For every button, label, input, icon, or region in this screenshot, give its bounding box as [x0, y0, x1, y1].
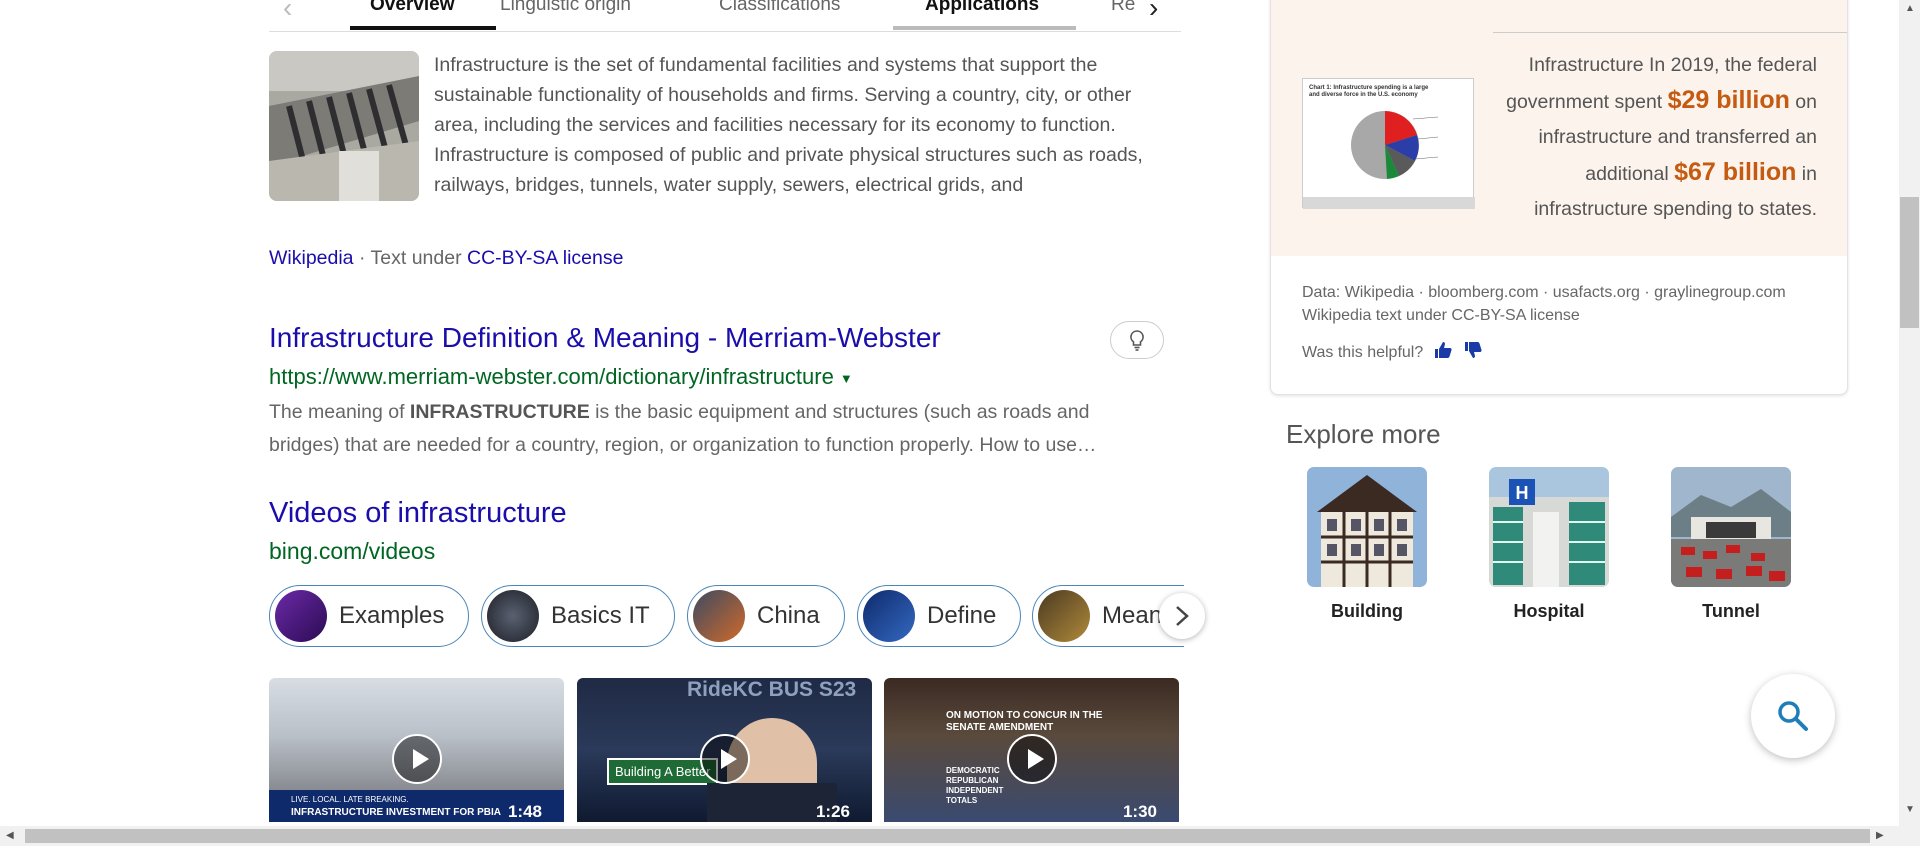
video-top-caption: RideKC BUS S23 [687, 678, 857, 701]
chip-image [1038, 590, 1090, 642]
tab-label: Overview [370, 0, 455, 15]
chip-label: Define [927, 602, 997, 629]
result-title-link[interactable]: Infrastructure Definition & Meaning - Me… [269, 322, 941, 354]
search-button[interactable] [1751, 674, 1835, 758]
chart-thumbnail[interactable]: Chart 1: Infrastructure spending is a la… [1302, 78, 1475, 209]
divider [1493, 32, 1847, 33]
svg-text:H: H [1516, 483, 1529, 503]
chevron-right-icon [1176, 606, 1189, 626]
result-url-text: https://www.merriam-webster.com/dictiona… [269, 364, 834, 389]
fact-text: Infrastructure In 2019, the federal gove… [1477, 48, 1817, 227]
tabs-next-arrow-icon[interactable]: › [1149, 0, 1158, 22]
play-icon[interactable] [700, 734, 750, 784]
tunnel-image [1671, 467, 1791, 587]
dam-image[interactable] [269, 51, 419, 201]
result-snippet: The meaning of INFRASTRUCTURE is the bas… [269, 396, 1159, 462]
tab-more[interactable]: Re [1111, 0, 1145, 30]
explore-item-hospital[interactable]: H Hospital [1489, 467, 1609, 622]
chips-next-button[interactable] [1159, 593, 1205, 639]
video-caption: ON MOTION TO CONCUR IN THE SENATE AMENDM… [946, 710, 1103, 733]
videos-title-link[interactable]: Videos of infrastructure [269, 497, 567, 530]
video-thumbnail[interactable]: RideKC BUS S23 Building A Better 1:26 [577, 678, 872, 822]
video-chips: Examples Basics IT China Define Meaning [269, 585, 1184, 648]
tab-applications[interactable]: Applications [893, 0, 1076, 30]
explore-item-tunnel[interactable]: Tunnel [1671, 467, 1791, 622]
chip-image [863, 590, 915, 642]
data-sources: Data: Wikipedia · bloomberg.com · usafac… [1302, 281, 1786, 327]
tab-label: Linguistic origin [500, 0, 631, 15]
fact-highlight: $67 billion [1674, 158, 1797, 186]
fact-highlight: $29 billion [1667, 86, 1790, 114]
vertical-scrollbar[interactable] [1899, 0, 1920, 826]
videos-url[interactable]: bing.com/videos [269, 538, 435, 565]
scroll-left-arrow-icon[interactable]: ◀ [6, 830, 14, 841]
video-thumbnail[interactable]: LIVE. LOCAL. LATE BREAKING. INFRASTRUCTU… [269, 678, 564, 822]
tab-overview[interactable]: Overview [350, 0, 496, 30]
tab-label: Classifications [719, 0, 841, 15]
scroll-down-arrow-icon[interactable]: ▼ [1905, 804, 1915, 815]
chip-image [487, 590, 539, 642]
scroll-right-arrow-icon[interactable]: ▶ [1876, 830, 1884, 841]
tab-label: Re [1111, 0, 1136, 15]
video-duration: 1:26 [815, 802, 850, 821]
license-link[interactable]: CC-BY-SA license [467, 247, 623, 269]
topic-tabs: ‹ Overview Linguistic origin Classificat… [269, 0, 1181, 32]
explore-item-label: Building [1331, 601, 1403, 621]
building-image [1307, 467, 1427, 587]
license-note[interactable]: Wikipedia text under CC-BY-SA license [1302, 304, 1786, 327]
search-icon [1778, 701, 1808, 731]
tab-linguistic-origin[interactable]: Linguistic origin [500, 0, 631, 30]
chip-examples[interactable]: Examples [269, 585, 470, 647]
video-thumbnail[interactable]: ON MOTION TO CONCUR IN THE SENATE AMENDM… [884, 678, 1179, 822]
chip-label: China [757, 602, 820, 629]
scroll-up-arrow-icon[interactable]: ▲ [1905, 3, 1915, 14]
tab-classifications[interactable]: Classifications [719, 0, 840, 30]
play-icon[interactable] [1007, 734, 1057, 784]
feedback-row: Was this helpful? [1302, 340, 1483, 365]
chip-basics-it[interactable]: Basics IT [481, 585, 675, 647]
hospital-image: H [1489, 467, 1609, 587]
data-sources-text[interactable]: Data: Wikipedia · bloomberg.com · usafac… [1302, 281, 1786, 304]
wiki-source-line: Wikipedia · Text under CC-BY-SA license [269, 247, 623, 270]
result-url[interactable]: https://www.merriam-webster.com/dictiona… [269, 364, 853, 390]
helpful-label: Was this helpful? [1302, 343, 1424, 361]
play-icon[interactable] [392, 734, 442, 784]
chip-define[interactable]: Define [857, 585, 1022, 647]
tab-label: Applications [925, 0, 1040, 15]
video-duration: 1:30 [1122, 802, 1157, 821]
wikipedia-link[interactable]: Wikipedia [269, 247, 354, 269]
chip-label: Basics IT [551, 602, 650, 629]
chip-image [693, 590, 745, 642]
explore-item-label: Hospital [1513, 601, 1585, 621]
explore-more-heading: Explore more [1286, 419, 1441, 449]
chip-label: Examples [339, 602, 445, 629]
tabs-prev-arrow-icon[interactable]: ‹ [283, 0, 292, 22]
video-duration: 1:48 [507, 802, 542, 821]
snippet-text: The meaning of [269, 401, 410, 423]
thumbs-down-icon[interactable] [1463, 340, 1483, 365]
vertical-scroll-thumb[interactable] [1900, 197, 1919, 328]
wiki-description: Infrastructure is the set of fundamental… [434, 54, 1143, 196]
horizontal-scroll-thumb[interactable] [25, 829, 1870, 843]
video-caption: INFRASTRUCTURE INVESTMENT FOR PBIA [291, 807, 501, 818]
explore-item-label: Tunnel [1702, 601, 1760, 621]
lightbulb-button[interactable] [1110, 321, 1164, 359]
snippet-bold: INFRASTRUCTURE [409, 401, 590, 423]
thumbs-up-icon[interactable] [1433, 340, 1453, 365]
caret-down-icon[interactable]: ▼ [840, 371, 853, 386]
chip-china[interactable]: China [687, 585, 845, 647]
video-top-caption: LIVE. LOCAL. LATE BREAKING. [291, 795, 409, 804]
license-prefix: · Text under [358, 247, 462, 269]
explore-item-building[interactable]: Building [1307, 467, 1427, 622]
lightbulb-icon [1130, 330, 1144, 351]
fact-card: Chart 1: Infrastructure spending is a la… [1270, 0, 1848, 395]
pie-chart-icon [1303, 111, 1475, 209]
chip-image [275, 590, 327, 642]
